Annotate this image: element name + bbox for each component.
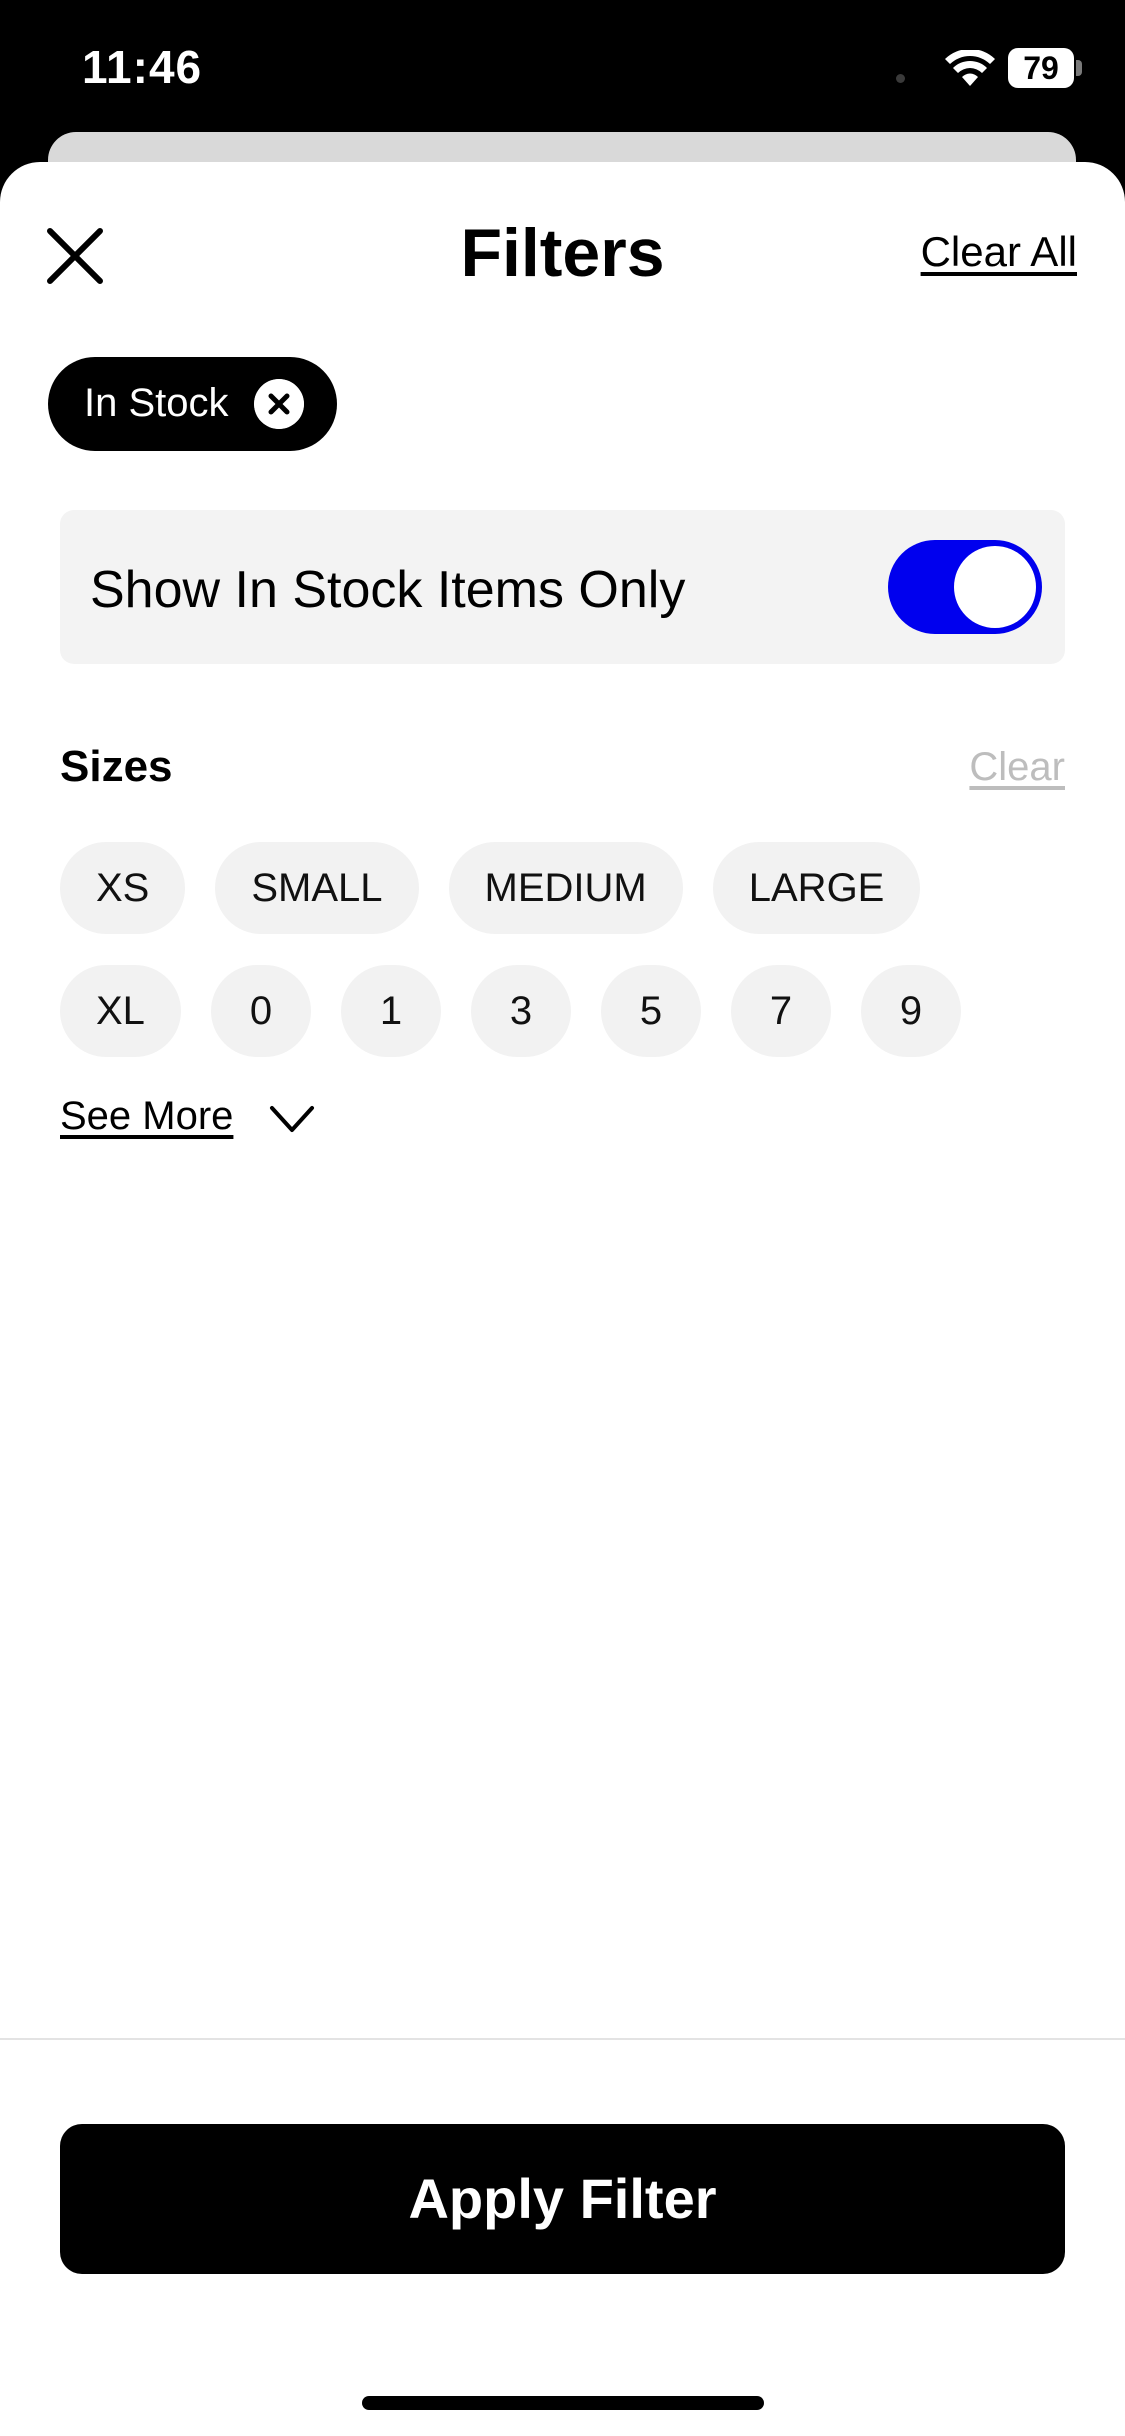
active-filter-label: In Stock [84, 381, 229, 425]
size-chip-medium[interactable]: MEDIUM [448, 842, 683, 934]
size-chip-large[interactable]: LARGE [712, 842, 921, 934]
clear-all-link[interactable]: Clear All [921, 228, 1077, 276]
size-chip-9[interactable]: 9 [860, 965, 961, 1057]
size-chip-xs[interactable]: XS [60, 842, 186, 934]
toggle-knob [954, 546, 1036, 628]
sizes-clear-link[interactable]: Clear [969, 745, 1065, 790]
battery-indicator: 79 [1008, 48, 1074, 88]
home-indicator [362, 2396, 764, 2410]
chevron-down-icon[interactable] [268, 1104, 316, 1134]
in-stock-toggle[interactable] [888, 540, 1042, 634]
size-chip-3[interactable]: 3 [470, 965, 571, 1057]
filter-sheet [0, 162, 1125, 2436]
status-time: 11:46 [82, 41, 203, 93]
size-chip-7[interactable]: 7 [730, 965, 831, 1057]
remove-filter-icon[interactable] [254, 379, 304, 429]
footer-divider [0, 2038, 1125, 2040]
see-more-link[interactable]: See More [60, 1094, 233, 1139]
status-bar: 11:46 79 [0, 0, 1125, 140]
size-chip-5[interactable]: 5 [600, 965, 701, 1057]
sizes-heading: Sizes [60, 742, 173, 791]
wifi-icon [945, 50, 995, 86]
battery-cap [1076, 60, 1082, 76]
size-row-2: XL 0 1 3 5 7 9 [60, 965, 961, 1057]
size-chip-xl[interactable]: XL [60, 965, 181, 1057]
size-chip-0[interactable]: 0 [210, 965, 311, 1057]
in-stock-panel: Show In Stock Items Only [60, 510, 1065, 664]
in-stock-label: Show In Stock Items Only [90, 561, 686, 619]
size-row-1: XS SMALL MEDIUM LARGE [60, 842, 921, 934]
apply-filter-button[interactable]: Apply Filter [60, 2124, 1065, 2274]
camera-indicator-dot [896, 74, 905, 83]
size-chip-small[interactable]: SMALL [215, 842, 419, 934]
active-filter-chip-in-stock[interactable]: In Stock [48, 357, 337, 451]
size-chip-1[interactable]: 1 [340, 965, 441, 1057]
